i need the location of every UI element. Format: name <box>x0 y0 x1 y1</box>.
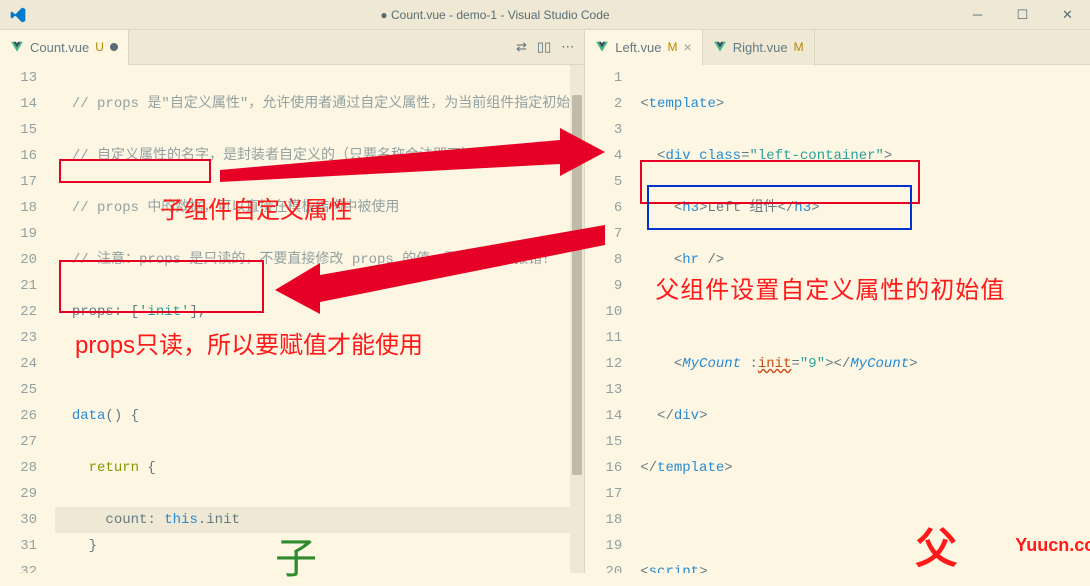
editor-right[interactable]: 1234567891011121314151617181920 <templat… <box>585 65 1090 573</box>
modified-dot-icon <box>110 43 118 51</box>
tab-status: M <box>794 40 804 54</box>
tab-status: M <box>668 40 678 54</box>
split-icon[interactable]: ▯▯ <box>537 39 551 55</box>
highlight-box-data <box>59 260 264 313</box>
left-editor-pane: Count.vue U ⇄ ▯▯ ⋯ 131415161718192021222… <box>0 30 585 573</box>
highlight-box-props <box>59 159 211 183</box>
vue-icon <box>595 40 609 54</box>
parent-character: 父 <box>915 515 957 576</box>
tab-label: Count.vue <box>30 40 89 55</box>
tab-status: U <box>95 40 104 54</box>
tab-bar-right: Left.vue M × Right.vue M <box>585 30 1090 65</box>
minimize-button[interactable]: ─ <box>955 0 1000 30</box>
line-gutter: 1234567891011121314151617181920 <box>585 65 640 573</box>
window-title: ● Count.vue - demo-1 - Visual Studio Cod… <box>35 8 955 22</box>
titlebar: ● Count.vue - demo-1 - Visual Studio Cod… <box>0 0 1090 30</box>
vue-icon <box>10 40 24 54</box>
annotation-readonly: props只读，所以要赋值才能使用 <box>75 325 423 360</box>
code-content-right[interactable]: <template> <div class="left-container"> … <box>640 65 1090 573</box>
line-gutter: 1314151617181920212223242526272829303132 <box>0 65 55 573</box>
vue-icon <box>713 40 727 54</box>
vscode-icon <box>0 7 35 23</box>
annotation-parent: 父组件设置自定义属性的初始值 <box>655 270 1005 305</box>
tab-label: Right.vue <box>733 40 788 55</box>
code-content-left[interactable]: // props 是"自定义属性"，允许使用者通过自定义属性，为当前组件指定初始… <box>55 65 584 573</box>
more-icon[interactable]: ⋯ <box>561 39 574 55</box>
child-character: 子 <box>275 525 317 586</box>
watermark: Yuucn.com <box>1015 535 1090 556</box>
tab-label: Left.vue <box>615 40 661 55</box>
tab-bar-left: Count.vue U ⇄ ▯▯ ⋯ <box>0 30 584 65</box>
maximize-button[interactable]: ☐ <box>1000 0 1045 30</box>
tab-right-vue[interactable]: Right.vue M <box>703 30 815 65</box>
highlight-box-parent-inner <box>647 185 912 230</box>
close-button[interactable]: ✕ <box>1045 0 1090 30</box>
right-editor-pane: Left.vue M × Right.vue M 123456789101112… <box>585 30 1090 573</box>
scroll-thumb[interactable] <box>572 95 582 475</box>
tab-count-vue[interactable]: Count.vue U <box>0 30 129 65</box>
tab-left-vue[interactable]: Left.vue M × <box>585 30 702 65</box>
compare-icon[interactable]: ⇄ <box>516 39 527 55</box>
tab-close-icon[interactable]: × <box>684 39 692 55</box>
scrollbar-left[interactable] <box>570 65 584 573</box>
editor-left[interactable]: 1314151617181920212223242526272829303132… <box>0 65 584 573</box>
annotation-child-prop: 子组件自定义属性 <box>160 190 352 225</box>
